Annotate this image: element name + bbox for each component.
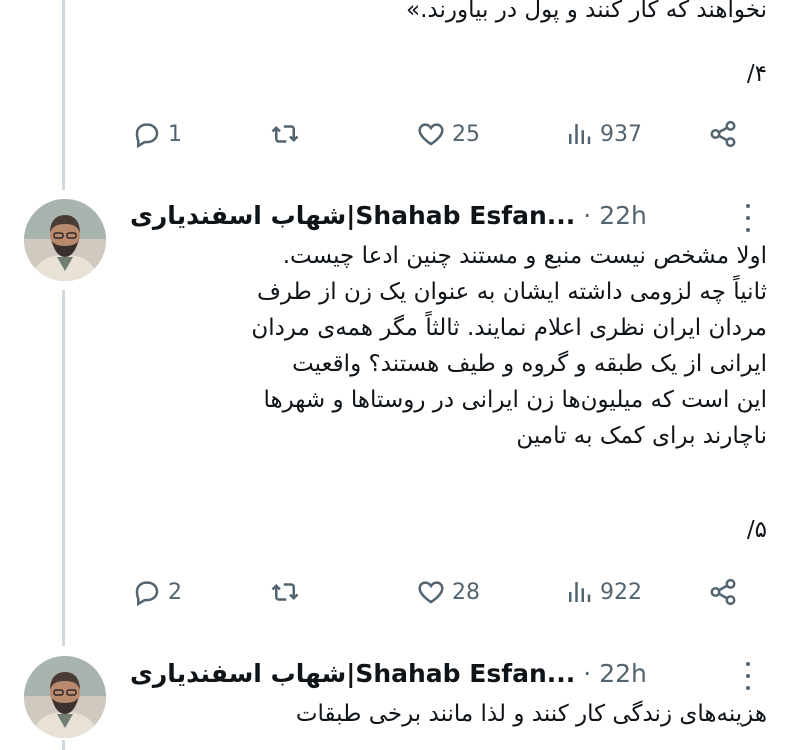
views-icon xyxy=(569,582,591,602)
retweet-icon xyxy=(271,125,299,143)
more-button[interactable] xyxy=(742,662,754,690)
thread-line xyxy=(62,0,65,190)
more-icon xyxy=(746,674,750,678)
author-name[interactable]: شهاب اسفندیاری|Shahab Esfan... xyxy=(130,201,575,230)
more-icon xyxy=(746,228,750,232)
separator-dot: · xyxy=(583,658,592,688)
avatar-photo xyxy=(24,199,106,281)
share-icon xyxy=(710,578,736,606)
thread-number: ۴/ xyxy=(746,61,767,87)
tweet-time[interactable]: 22h xyxy=(599,201,647,230)
like-button[interactable]: 28 xyxy=(416,572,480,612)
share-button[interactable] xyxy=(708,114,738,154)
tweet-line: مردان ایران نظری اعلام نمایند. ثالثاً مگ… xyxy=(251,315,767,341)
tweet-line: این است که میلیون‌ها زن ایرانی در روستاه… xyxy=(263,387,767,413)
tweet-text: نخواهند که کار کنند و پول در بیاورند.» xyxy=(406,0,767,23)
views-button[interactable]: 937 xyxy=(564,114,642,154)
reply-count: 1 xyxy=(168,121,182,147)
tweet-line: ایرانی از یک طبقه و گروه و طیف هستند؟ وا… xyxy=(292,351,767,377)
reply-icon xyxy=(135,581,159,607)
reply-button[interactable]: 1 xyxy=(132,114,182,154)
reply-button[interactable]: 2 xyxy=(132,572,182,612)
thread-line xyxy=(62,740,65,750)
thread-line xyxy=(62,290,65,646)
heart-icon xyxy=(418,581,444,604)
like-count: 28 xyxy=(452,579,480,605)
tweet-time[interactable]: 22h xyxy=(599,659,647,688)
heart-icon xyxy=(418,123,444,146)
views-button[interactable]: 922 xyxy=(564,572,642,612)
reply-icon xyxy=(135,123,159,149)
more-button[interactable] xyxy=(742,204,754,232)
views-icon xyxy=(569,124,591,144)
reply-count: 2 xyxy=(168,579,182,605)
retweet-button[interactable] xyxy=(270,114,300,154)
more-icon xyxy=(746,216,750,220)
more-icon xyxy=(746,662,750,666)
avatar[interactable] xyxy=(24,656,106,738)
avatar[interactable] xyxy=(24,199,106,281)
more-icon xyxy=(746,204,750,208)
thread-number: ۵/ xyxy=(746,517,767,543)
tweet-header: 22h · شهاب اسفندیاری|Shahab Esfan... xyxy=(130,195,670,235)
tweet-actions: 1 25 937 xyxy=(128,114,748,154)
avatar-photo xyxy=(24,656,106,738)
tweet-line: اولا مشخص نیست منبع و مستند چنین ادعا چی… xyxy=(282,243,767,269)
tweet-line: هزینه‌های زندگی کار کنند و لذا مانند برخ… xyxy=(295,701,767,727)
author-name[interactable]: شهاب اسفندیاری|Shahab Esfan... xyxy=(130,659,575,688)
retweet-button[interactable] xyxy=(270,572,300,612)
tweet-text: هزینه‌های زندگی کار کنند و لذا مانند برخ… xyxy=(127,696,767,732)
separator-dot: · xyxy=(583,200,592,230)
share-icon xyxy=(710,120,736,148)
like-count: 25 xyxy=(452,121,480,147)
tweet-text: اولا مشخص نیست منبع و مستند چنین ادعا چی… xyxy=(127,238,767,454)
more-icon xyxy=(746,686,750,690)
tweet-actions: 2 28 922 xyxy=(128,572,748,612)
share-button[interactable] xyxy=(708,572,738,612)
like-button[interactable]: 25 xyxy=(416,114,480,154)
tweet-line: ناچارند برای کمک به تامین xyxy=(516,423,767,449)
view-count: 937 xyxy=(600,121,642,147)
tweet-header: 22h · شهاب اسفندیاری|Shahab Esfan... xyxy=(130,653,670,693)
view-count: 922 xyxy=(600,579,642,605)
tweet-line: ثانیاً چه لزومی داشته ایشان به عنوان یک … xyxy=(257,279,767,305)
retweet-icon xyxy=(271,583,299,601)
